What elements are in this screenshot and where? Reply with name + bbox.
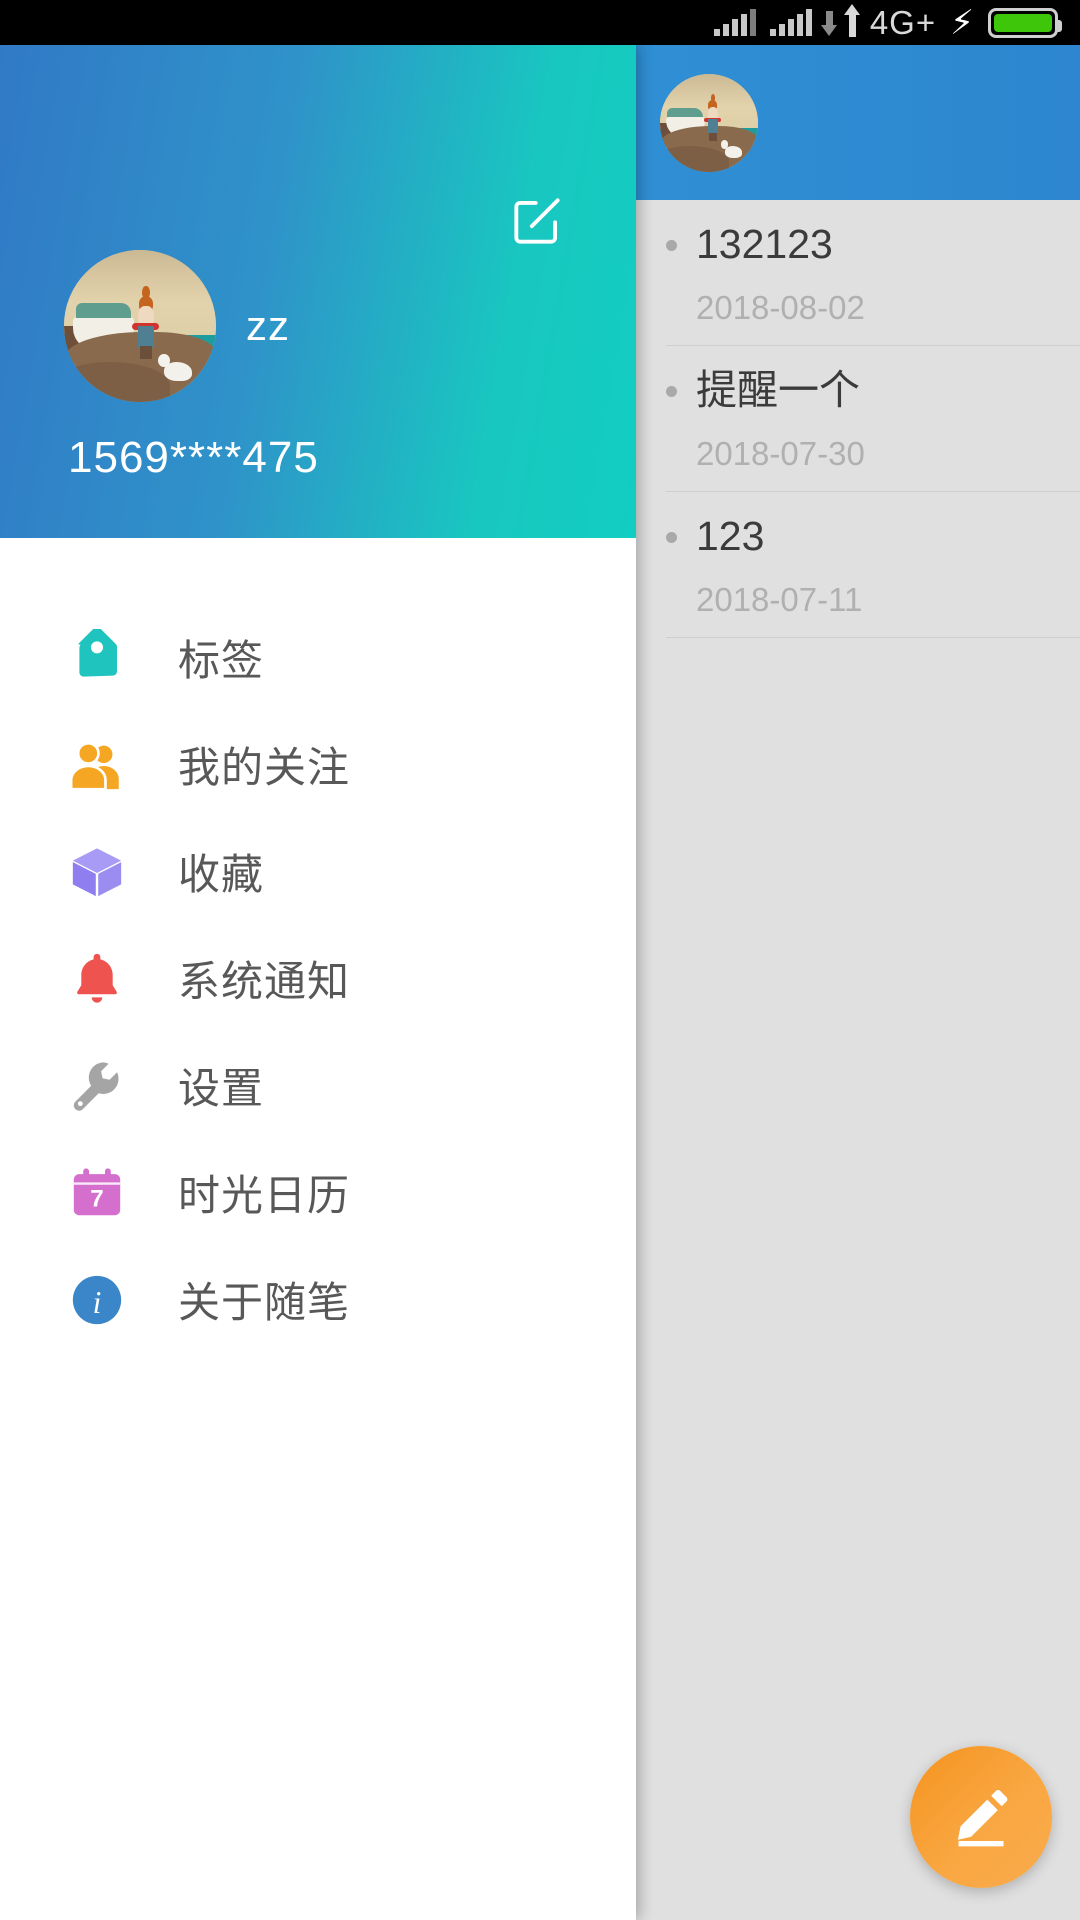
note-date: 2018-07-11 <box>696 581 863 619</box>
svg-text:i: i <box>93 1285 102 1320</box>
avatar-small[interactable] <box>660 73 758 172</box>
bell-icon <box>68 950 126 1008</box>
notes-panel: 132123 2018-08-02 提醒一个 2018-07-30 123 20… <box>636 45 1080 1920</box>
menu-item-label: 关于随笔 <box>178 1279 351 1326</box>
note-title: 123 <box>666 514 1052 559</box>
notes-panel-header <box>636 45 1080 200</box>
note-date: 2018-07-30 <box>696 435 865 473</box>
phone-number: 1569****475 <box>68 433 319 482</box>
menu-item-label: 时光日历 <box>178 1172 351 1219</box>
drawer-menu: 标签 我的关注 收藏 系统通知 设置 7 时光日历 i 关于随笔 <box>0 538 636 1353</box>
list-item[interactable]: 提醒一个 2018-07-30 <box>666 346 1080 491</box>
tag-icon <box>68 628 126 687</box>
note-title: 132123 <box>666 221 1052 267</box>
edit-profile-button[interactable] <box>506 190 568 252</box>
menu-item-label: 标签 <box>178 637 265 684</box>
menu-item-label: 系统通知 <box>178 958 351 1005</box>
network-type-label: 4G+ <box>869 3 937 41</box>
note-date: 2018-08-02 <box>696 289 865 327</box>
divider <box>666 637 1080 639</box>
list-item[interactable]: 123 2018-07-11 <box>666 492 1080 637</box>
svg-text:7: 7 <box>90 1185 103 1212</box>
avatar-artwork <box>64 250 216 402</box>
compose-note-fab[interactable] <box>910 1746 1052 1888</box>
people-icon <box>68 736 126 794</box>
menu-item-system-notifications[interactable]: 系统通知 <box>0 925 636 1032</box>
wrench-icon <box>68 1057 126 1115</box>
battery-icon <box>988 7 1062 38</box>
username: zz <box>246 302 290 349</box>
signal-bars-icon-2 <box>769 8 812 36</box>
menu-item-label: 我的关注 <box>178 744 351 791</box>
charging-bolt-icon: ⚡ <box>950 3 974 42</box>
avatar-artwork <box>660 73 758 172</box>
menu-item-label: 收藏 <box>178 851 265 898</box>
box-icon <box>68 843 126 901</box>
menu-item-settings[interactable]: 设置 <box>0 1032 636 1139</box>
list-item[interactable]: 132123 2018-08-02 <box>666 200 1080 345</box>
edit-compose-icon <box>514 198 560 244</box>
menu-item-favorites[interactable]: 收藏 <box>0 818 636 925</box>
data-transfer-arrows-icon <box>820 3 860 37</box>
info-icon: i <box>68 1271 126 1329</box>
navigation-drawer: zz 1569****475 标签 我的关注 收藏 系统通知 设置 7 时光日历… <box>0 45 636 1920</box>
note-list: 132123 2018-08-02 提醒一个 2018-07-30 123 20… <box>636 200 1080 639</box>
drawer-header: zz 1569****475 <box>0 45 636 538</box>
menu-item-time-calendar[interactable]: 7 时光日历 <box>0 1139 636 1246</box>
avatar[interactable] <box>64 250 216 402</box>
calendar-icon: 7 <box>68 1164 126 1222</box>
pencil-write-icon <box>957 1790 1008 1847</box>
menu-item-about[interactable]: i 关于随笔 <box>0 1246 636 1353</box>
menu-item-my-follows[interactable]: 我的关注 <box>0 711 636 818</box>
status-bar: 4G+ ⚡ <box>0 0 1080 45</box>
menu-item-tags[interactable]: 标签 <box>0 604 636 711</box>
signal-bars-icon-1 <box>713 8 756 36</box>
profile-row[interactable]: zz <box>64 250 290 402</box>
menu-item-label: 设置 <box>178 1065 265 1112</box>
note-title: 提醒一个 <box>666 367 1052 413</box>
